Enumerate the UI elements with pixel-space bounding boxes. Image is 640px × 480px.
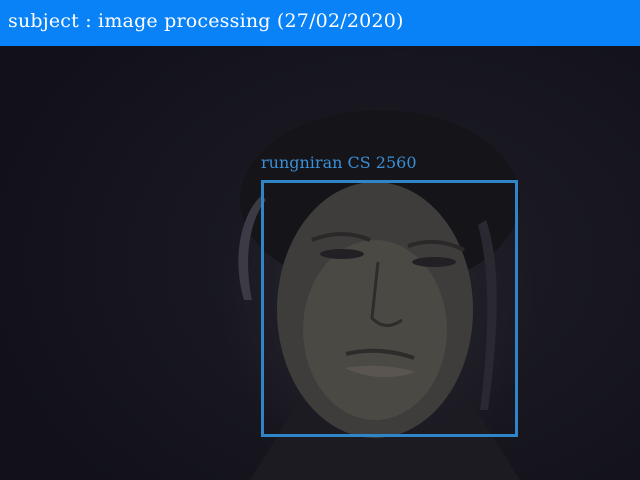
header-title: subject : image processing (27/02/2020) [8,10,404,32]
face-detection-box [261,180,518,437]
face-detection-label: rungniran CS 2560 [261,153,417,172]
header-bar: subject : image processing (27/02/2020) [0,0,640,46]
camera-frame: subject : image processing (27/02/2020) … [0,0,640,480]
